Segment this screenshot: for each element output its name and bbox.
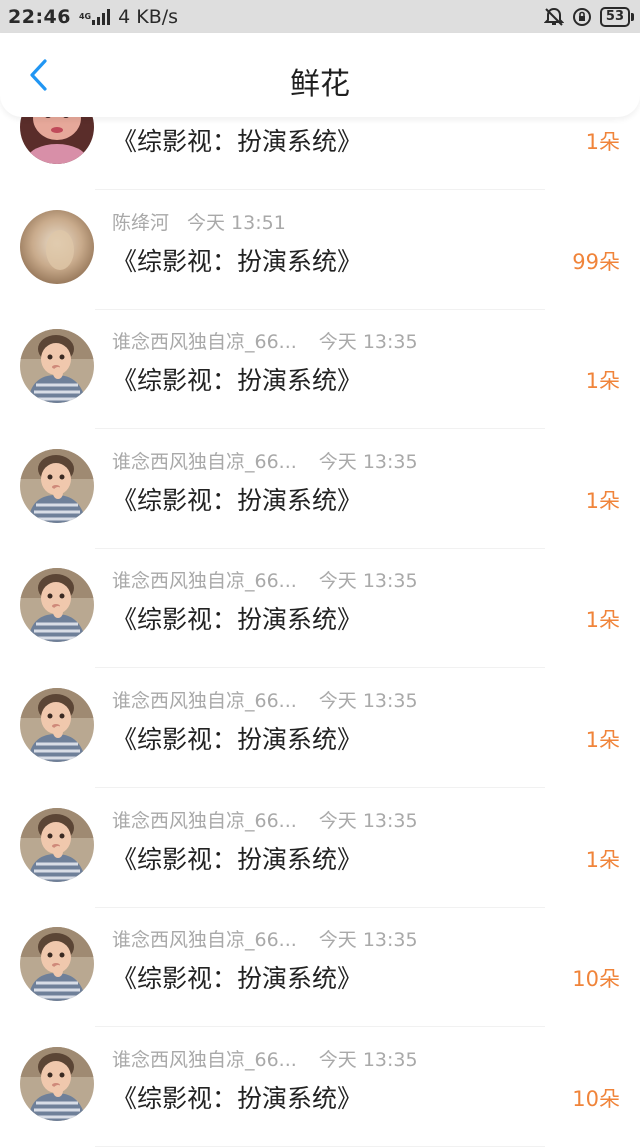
row-meta: 谁念西风独自凉_66... 今天 13:35: [112, 925, 418, 952]
username: 谁念西风独自凉_66...: [112, 1048, 297, 1071]
timestamp: 今天 13:35: [318, 690, 418, 712]
list-item[interactable]: 谁念西风独自凉_66... 今天 13:35 《综影视：扮演系统》 1朵: [0, 309, 640, 430]
timestamp: 今天 13:35: [318, 809, 418, 832]
username: 陈绛河: [112, 211, 170, 234]
book-title: 《综影视：扮演系统》: [112, 1083, 363, 1113]
username: 谁念西风独自凉_66...: [112, 450, 297, 473]
child-avatar-icon: [20, 927, 94, 1002]
lock-rotation-icon: [572, 7, 591, 26]
timestamp: 今天 13:35: [318, 570, 418, 593]
list-item[interactable]: 谁念西风独自凉_66... 今天 13:35 《综影视：扮演系统》 1朵: [0, 788, 640, 908]
avatar[interactable]: [20, 568, 94, 643]
list-item[interactable]: 谁念西风独自凉_66... 今天 13:35 《综影视：扮演系统》 1朵: [0, 429, 640, 549]
timestamp: 今天 13:35: [318, 331, 418, 354]
child-avatar-icon: [20, 448, 94, 523]
username: 谁念西风独自凉_66...: [112, 809, 297, 832]
avatar[interactable]: [20, 688, 94, 762]
flower-amount: 99朵: [572, 249, 620, 274]
row-meta: 谁念西风独自凉_66... 今天 13:35: [112, 1045, 418, 1072]
row-meta: 谁念西风独自凉_66... 今天 13:35: [112, 806, 418, 833]
book-title: 《综影视：扮演系统》: [112, 366, 363, 396]
child-avatar-icon: [20, 568, 94, 643]
blur-avatar-icon: [20, 209, 94, 284]
list-item[interactable]: 谁念西风独自凉_66... 今天 13:35 《综影视：扮演系统》 1朵: [0, 668, 640, 788]
list-item[interactable]: 谁念西风独自凉_66... 今天 13:35 《综影视：扮演系统》 10朵: [0, 1027, 640, 1147]
timestamp: 今天 13:35: [318, 929, 418, 952]
row-meta: 陈绛河 今天 13:51: [112, 208, 286, 235]
list-item[interactable]: 谁念西风独自凉_66... 今天 13:35 《综影视：扮演系统》 10朵: [0, 907, 640, 1028]
timestamp: 今天 13:35: [318, 1048, 418, 1071]
flower-amount: 1朵: [585, 130, 620, 154]
timestamp: 今天 13:35: [318, 450, 418, 473]
list-item[interactable]: 陈绛河 今天 13:51 《综影视：扮演系统》 99朵: [0, 190, 640, 310]
avatar[interactable]: [20, 807, 94, 882]
avatar[interactable]: [20, 448, 94, 523]
row-meta: 谁念西风独自凉_66... 今天 13:35: [112, 327, 418, 354]
avatar[interactable]: [20, 927, 94, 1002]
flower-amount: 1朵: [585, 847, 620, 872]
book-title: 《综影视：扮演系统》: [112, 964, 363, 994]
network-speed: 4 KB/s: [118, 5, 179, 28]
child-avatar-icon: [20, 688, 94, 762]
username: 谁念西风独自凉_66...: [112, 690, 297, 712]
row-meta: 谁念西风独自凉_66... 今天 13:35: [112, 447, 418, 474]
flower-amount: 1朵: [585, 728, 620, 752]
timestamp: 今天 13:51: [187, 211, 286, 234]
username: 谁念西风独自凉_66...: [112, 331, 297, 354]
status-time: 22:46: [8, 5, 71, 28]
status-right-icons: 53: [543, 6, 635, 27]
book-title: 《综影视：扮演系统》: [112, 844, 363, 874]
book-title: 《综影视：扮演系统》: [112, 485, 363, 515]
child-avatar-icon: [20, 1046, 94, 1121]
book-title: 《综影视：扮演系统》: [112, 127, 363, 156]
avatar[interactable]: [20, 329, 94, 404]
mute-bell-icon: [543, 7, 564, 26]
signal-bars-icon: [92, 8, 111, 25]
child-avatar-icon: [20, 329, 94, 404]
flower-amount: 1朵: [585, 608, 620, 633]
flower-amount: 10朵: [572, 967, 620, 992]
list-item[interactable]: 谁念西风独自凉_66... 今天 13:35 《综影视：扮演系统》 1朵: [0, 548, 640, 669]
username: 谁念西风独自凉_66...: [112, 570, 297, 593]
book-title: 《综影视：扮演系统》: [112, 246, 363, 276]
child-avatar-icon: [20, 807, 94, 882]
flower-amount: 1朵: [585, 488, 620, 513]
avatar[interactable]: [20, 209, 94, 284]
username: 谁念西风独自凉_66...: [112, 929, 297, 952]
row-meta: 谁念西风独自凉_66... 今天 13:35: [112, 566, 418, 593]
page-title: 鲜花: [290, 67, 350, 102]
flower-amount: 1朵: [585, 369, 620, 394]
status-bar: 22:46 4G 4 KB/s 53: [0, 0, 640, 33]
book-title: 《综影视：扮演系统》: [112, 725, 363, 754]
battery-icon: 53: [599, 6, 635, 27]
flower-amount: 10朵: [572, 1086, 620, 1111]
book-title: 《综影视：扮演系统》: [112, 605, 363, 635]
app-header: 鲜花: [0, 33, 640, 117]
network-signal-icon: 4G: [78, 8, 112, 25]
network-type: 4G: [78, 11, 92, 21]
avatar[interactable]: [20, 1046, 94, 1121]
row-meta: 谁念西风独自凉_66... 今天 13:35: [112, 686, 418, 713]
